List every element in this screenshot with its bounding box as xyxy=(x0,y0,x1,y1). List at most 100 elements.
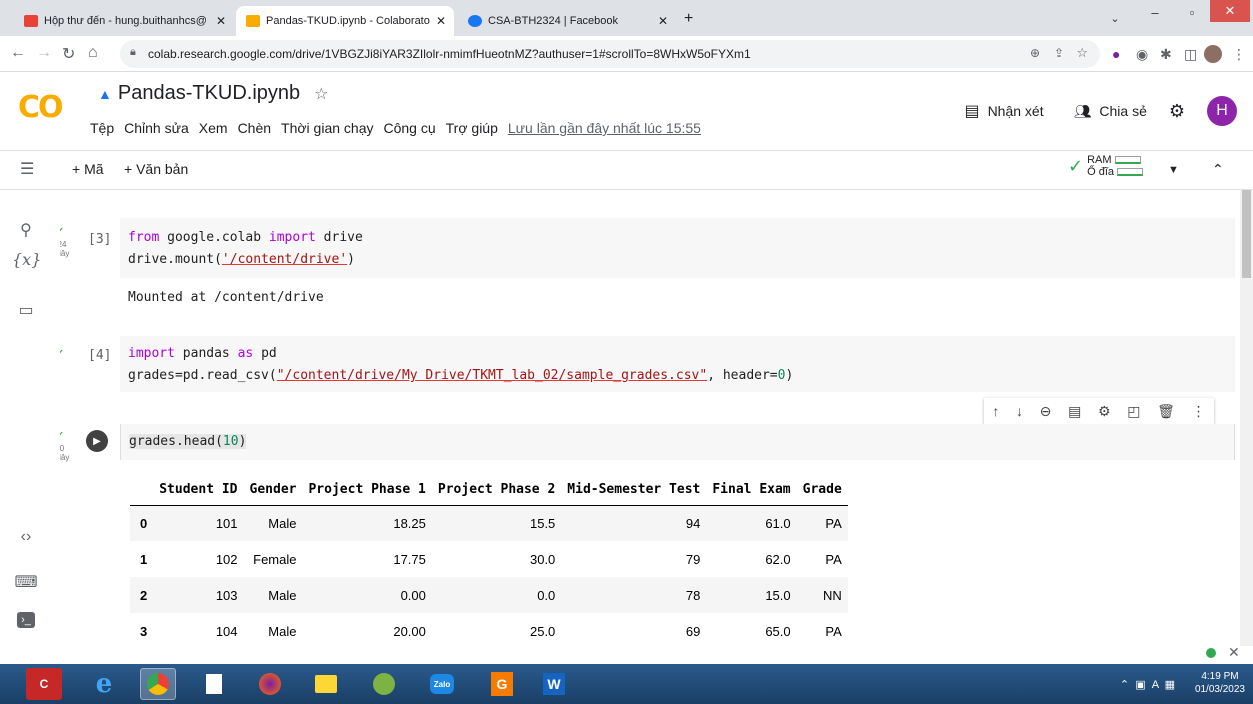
minimize-button[interactable]: – xyxy=(1135,0,1175,24)
url-input[interactable]: 🔒︎ colab.research.google.com/drive/1VBGZ… xyxy=(120,40,1100,68)
table-of-contents-icon[interactable]: ☰ xyxy=(20,159,34,179)
comment-button[interactable]: Nhận xét xyxy=(988,103,1044,119)
share-page-icon[interactable]: ⇪ xyxy=(1054,46,1064,60)
code-cell-head[interactable]: grades.head(10) xyxy=(120,424,1235,460)
column-header: Final Exam xyxy=(712,482,791,498)
document-app-icon[interactable] xyxy=(196,668,232,700)
code-line: import pandas as pd xyxy=(128,346,277,361)
share-button[interactable]: Chia sẻ xyxy=(1099,103,1146,119)
tab-facebook[interactable]: CSA-BTH2324 | Facebook ✕ xyxy=(458,6,676,36)
add-text-button[interactable]: + Văn bản xyxy=(124,161,188,177)
internet-explorer-icon[interactable]: e xyxy=(86,668,122,700)
table-cell: 79 xyxy=(685,551,701,567)
table-cell: 20.00 xyxy=(393,623,426,639)
scrollbar-thumb[interactable] xyxy=(1242,190,1251,278)
forward-arrow-icon[interactable]: → xyxy=(36,44,52,62)
tab-gmail[interactable]: Hộp thư đến - hung.buithanhcs@ ✕ xyxy=(14,6,234,36)
mirror-cell-icon[interactable]: ◰ xyxy=(1127,403,1140,420)
puzzle-extensions-icon[interactable]: ✱ xyxy=(1160,46,1172,63)
tab-label: Pandas-TKUD.ipynb - Colaborato xyxy=(266,15,430,27)
move-cell-down-icon[interactable]: ↓ xyxy=(1016,403,1023,419)
menu-file[interactable]: Tệp xyxy=(90,120,114,136)
delete-cell-icon[interactable]: 🗑︎ xyxy=(1157,403,1175,420)
move-cell-up-icon[interactable]: ↑ xyxy=(992,403,999,419)
run-cell-button[interactable]: ▶ xyxy=(86,430,108,452)
code-snippets-icon[interactable]: ‹› xyxy=(12,528,40,546)
foxit-pdf-icon[interactable]: G xyxy=(484,668,520,700)
comment-cell-icon[interactable]: ▤ xyxy=(1068,403,1081,420)
colab-logo[interactable]: CO xyxy=(18,90,64,125)
menu-help[interactable]: Trợ giúp xyxy=(446,120,498,136)
add-code-button[interactable]: + Mã xyxy=(72,161,104,177)
reload-icon[interactable]: ↻ xyxy=(62,44,75,64)
file-explorer-icon[interactable] xyxy=(308,668,344,700)
table-cell: PA xyxy=(796,505,848,541)
maximize-button[interactable]: ▫ xyxy=(1172,0,1212,24)
files-folder-icon[interactable]: ▭ xyxy=(12,300,40,320)
user-avatar[interactable]: H xyxy=(1207,96,1237,126)
menu-bar: Tệp Chỉnh sửa Xem Chèn Thời gian chạy Cô… xyxy=(90,120,711,136)
cfo-app-icon[interactable]: C xyxy=(26,668,62,700)
table-cell: PA xyxy=(825,623,842,639)
runtime-status-dot xyxy=(1206,648,1216,658)
star-icon[interactable]: ☆ xyxy=(314,84,328,104)
side-panel-icon[interactable]: ◫ xyxy=(1184,46,1197,63)
more-options-icon[interactable]: ⋮ xyxy=(1192,403,1206,420)
menu-runtime[interactable]: Thời gian chạy xyxy=(281,120,373,136)
tab-colab[interactable]: Pandas-TKUD.ipynb - Colaborato ✕ xyxy=(236,6,454,36)
table-cell: 30.0 xyxy=(529,551,556,567)
cell-success-check-icon: ✓ xyxy=(60,224,65,240)
share-people-icon[interactable]: 👥︎ xyxy=(1074,103,1092,120)
zalo-icon[interactable]: Zalo xyxy=(424,668,460,700)
collapse-header-icon[interactable]: ⌃ xyxy=(1212,161,1224,178)
cell-settings-icon[interactable]: ⚙ xyxy=(1098,403,1111,420)
system-tray[interactable]: ⌃ ▣ A ▦ xyxy=(1120,678,1175,691)
back-arrow-icon[interactable]: ← xyxy=(10,44,26,62)
menu-insert[interactable]: Chèn xyxy=(238,120,271,136)
settings-gear-icon[interactable]: ⚙ xyxy=(1169,101,1185,122)
home-icon[interactable]: ⌂ xyxy=(88,44,98,62)
tab-search-icon[interactable]: ⌄ xyxy=(1095,6,1135,30)
menu-edit[interactable]: Chỉnh sửa xyxy=(124,120,189,136)
notebook-title[interactable]: Pandas-TKUD.ipynb xyxy=(118,82,300,105)
facebook-icon xyxy=(468,15,482,27)
word-icon[interactable]: W xyxy=(536,668,572,700)
terminal-icon[interactable]: ›_ xyxy=(17,612,35,628)
profile-avatar[interactable] xyxy=(1204,45,1222,63)
close-tab-icon[interactable]: ✕ xyxy=(658,14,668,28)
menu-view[interactable]: Xem xyxy=(199,120,228,136)
variables-icon[interactable]: {x} xyxy=(12,250,41,269)
record-extension-icon[interactable]: ◉ xyxy=(1136,46,1148,63)
close-status-icon[interactable]: ✕ xyxy=(1228,644,1240,661)
code-cell-read-csv[interactable]: import pandas as pd grades=pd.read_csv("… xyxy=(120,336,1235,392)
index-header xyxy=(130,475,153,505)
taskbar-clock[interactable]: 4:19 PM 01/03/2023 xyxy=(1195,670,1245,696)
chrome-taskbar-icon[interactable] xyxy=(140,668,176,700)
url-text: colab.research.google.com/drive/1VBGZJi8… xyxy=(148,47,751,61)
new-tab-button[interactable]: + xyxy=(684,10,693,28)
bookmark-star-icon[interactable]: ☆ xyxy=(1076,45,1088,61)
coccoc-icon[interactable] xyxy=(366,668,402,700)
search-icon[interactable]: ⚲ xyxy=(12,220,40,240)
table-cell: 15.0 xyxy=(706,577,797,613)
link-cell-icon[interactable]: ⊖ xyxy=(1040,403,1052,420)
menu-tools[interactable]: Công cụ xyxy=(383,120,435,136)
comment-icon[interactable]: ▤ xyxy=(964,101,979,121)
close-tab-icon[interactable]: ✕ xyxy=(216,14,226,28)
close-tab-icon[interactable]: ✕ xyxy=(436,14,446,28)
vertical-scrollbar[interactable] xyxy=(1240,190,1253,646)
gmail-icon xyxy=(24,15,38,27)
row-index: 3 xyxy=(140,623,148,639)
close-window-button[interactable]: ✕ xyxy=(1210,0,1250,22)
tab-label: CSA-BTH2324 | Facebook xyxy=(488,15,619,27)
code-cell-mount-drive[interactable]: from google.colab import drive drive.mou… xyxy=(120,218,1235,278)
exec-time-value: 0 xyxy=(60,444,65,453)
connect-dropdown-icon[interactable]: ▼ xyxy=(1168,164,1179,176)
last-saved-link[interactable]: Lưu lần gần đây nhất lúc 15:55 xyxy=(508,120,701,136)
browser-menu-icon[interactable]: ⋮ xyxy=(1232,46,1246,63)
extension-icon[interactable]: ● xyxy=(1112,46,1120,62)
firefox-icon[interactable] xyxy=(252,668,288,700)
zoom-icon[interactable]: ⊕ xyxy=(1030,46,1040,60)
command-palette-icon[interactable]: ⌨ xyxy=(12,572,40,592)
resources-indicator[interactable]: ✓ RAM Ổ đĩa xyxy=(1068,154,1143,178)
